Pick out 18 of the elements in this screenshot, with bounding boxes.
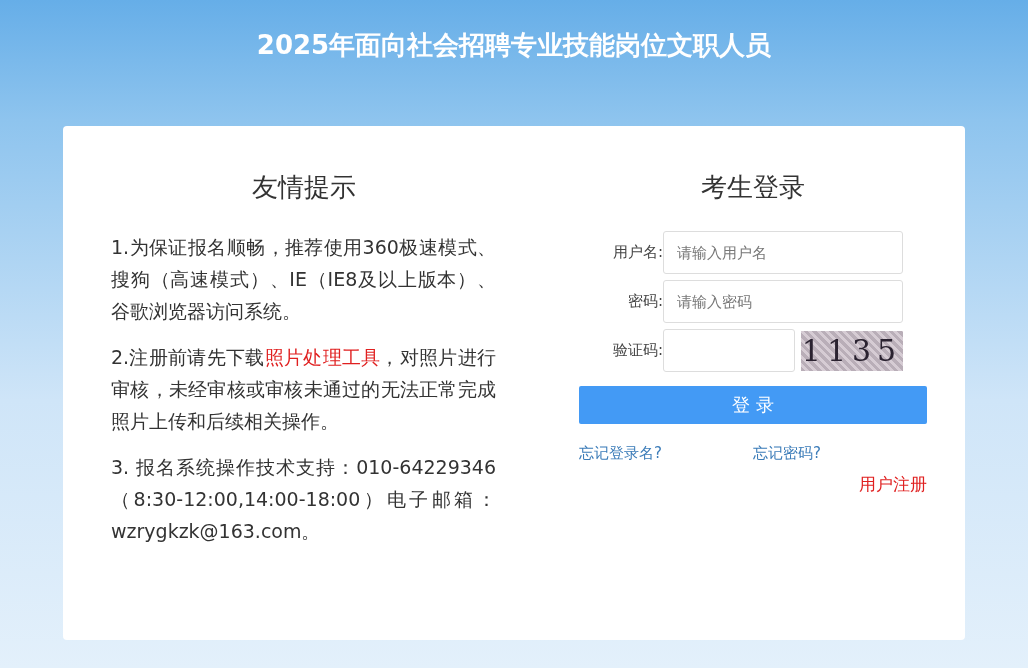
notice-title: 友情提示 (250, 171, 357, 204)
username-field[interactable]: 请输入用户名 (663, 231, 903, 274)
captcha-field[interactable] (663, 329, 795, 372)
notice-paragraph: 1.为保证报名顺畅，推荐使用360极速模式、搜狗（高速模式）、IE（IE8及以上版本）、谷歌浏览器访问系统。 (111, 235, 496, 324)
login-title: 考生登录 (700, 171, 806, 204)
notice-paragraph: 3. 报名系统操作技术支持：010-64229346 （8:30-12:00,14:00-18:00）电子邮箱：wzrygkzk@163.com。 (111, 455, 496, 544)
field-label: 验证码: (611, 341, 663, 360)
register-link[interactable]: 用户注册 (859, 473, 927, 496)
page-title: 2025年面向社会招聘专业技能岗位文职人员 (256, 29, 772, 62)
forgot-password-link[interactable]: 忘记密码? (753, 444, 927, 463)
login-button[interactable]: 登 录 (579, 386, 927, 424)
field-label: 密码: (626, 292, 663, 311)
password-field[interactable]: 请输入密码 (663, 280, 903, 323)
download-link[interactable]: 照片处理工具 (264, 346, 381, 368)
field-label: 用户名: (611, 243, 663, 262)
notice-paragraph: 2.注册前请先下载照片处理工具，对照片进行审核，未经审核或审核未通过的无法正常完成照片上传和后续相关操作。 (111, 345, 496, 434)
forgot-username-link[interactable]: 忘记登录名? (579, 444, 753, 463)
captcha-image[interactable]: 1135 (801, 330, 903, 371)
